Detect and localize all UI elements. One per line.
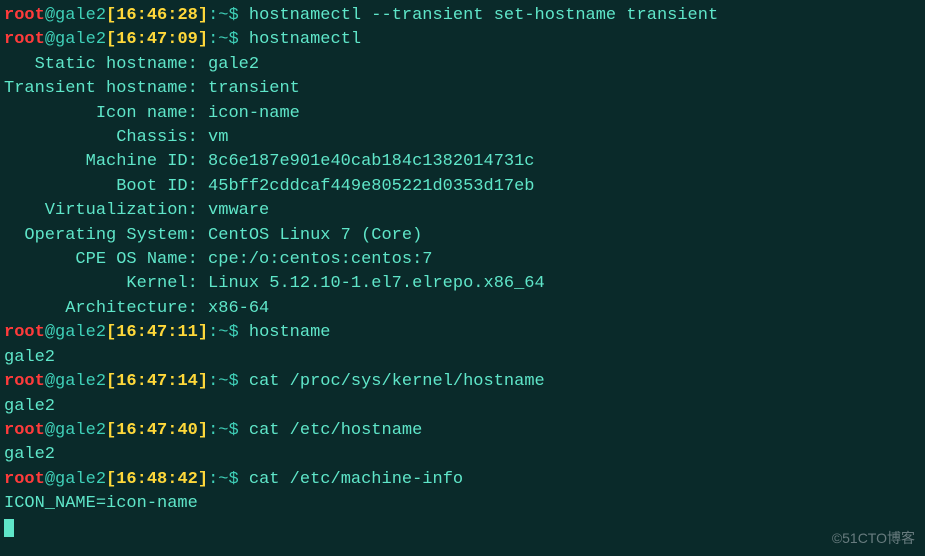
watermark-text: ©51CTO博客 xyxy=(832,526,915,550)
info-label: CPE OS Name: xyxy=(4,250,208,269)
prompt-line-partial xyxy=(4,517,921,541)
prompt-time: [16:48:42] xyxy=(106,470,208,489)
command-text: cat /etc/machine-info xyxy=(249,470,463,489)
prompt-tail: :~$ xyxy=(208,421,249,440)
info-value: vmware xyxy=(208,201,269,220)
info-value: vm xyxy=(208,128,228,147)
prompt-user: root xyxy=(4,30,45,49)
prompt-host: gale2 xyxy=(55,30,106,49)
output-row: Transient hostname: transient xyxy=(4,77,921,101)
prompt-user: root xyxy=(4,323,45,342)
prompt-line: root@gale2[16:47:40]:~$ cat /etc/hostnam… xyxy=(4,419,921,443)
info-label: Icon name: xyxy=(4,104,208,123)
prompt-host: gale2 xyxy=(55,372,106,391)
prompt-at: @ xyxy=(45,6,55,25)
prompt-line: root@gale2[16:47:09]:~$ hostnamectl xyxy=(4,28,921,52)
command-text: cat /etc/hostname xyxy=(249,421,422,440)
command-text: hostnamectl xyxy=(249,30,361,49)
terminal-output[interactable]: root@gale2[16:46:28]:~$ hostnamectl --tr… xyxy=(4,4,921,541)
prompt-user: root xyxy=(4,421,45,440)
info-value: 8c6e187e901e40cab184c1382014731c xyxy=(208,152,534,171)
prompt-host: gale2 xyxy=(55,470,106,489)
prompt-time: [16:47:09] xyxy=(106,30,208,49)
info-label: Static hostname: xyxy=(4,55,208,74)
prompt-user: root xyxy=(4,470,45,489)
prompt-tail: :~$ xyxy=(208,30,249,49)
info-label: Virtualization: xyxy=(4,201,208,220)
output-row: Icon name: icon-name xyxy=(4,102,921,126)
info-value: transient xyxy=(208,79,300,98)
prompt-line: root@gale2[16:47:14]:~$ cat /proc/sys/ke… xyxy=(4,370,921,394)
info-value: CentOS Linux 7 (Core) xyxy=(208,226,422,245)
command-text: cat /proc/sys/kernel/hostname xyxy=(249,372,545,391)
prompt-host: gale2 xyxy=(55,421,106,440)
prompt-tail: :~$ xyxy=(208,6,249,25)
prompt-tail: :~$ xyxy=(208,323,249,342)
output-line: gale2 xyxy=(4,346,921,370)
info-label: Transient hostname: xyxy=(4,79,208,98)
output-row: Kernel: Linux 5.12.10-1.el7.elrepo.x86_6… xyxy=(4,272,921,296)
prompt-user: root xyxy=(4,6,45,25)
info-label: Machine ID: xyxy=(4,152,208,171)
info-label: Boot ID: xyxy=(4,177,208,196)
prompt-at: @ xyxy=(45,421,55,440)
cursor-block xyxy=(4,519,14,537)
output-row: Boot ID: 45bff2cddcaf449e805221d0353d17e… xyxy=(4,175,921,199)
prompt-host: gale2 xyxy=(55,323,106,342)
prompt-user: root xyxy=(4,372,45,391)
output-row: CPE OS Name: cpe:/o:centos:centos:7 xyxy=(4,248,921,272)
prompt-time: [16:47:40] xyxy=(106,421,208,440)
info-value: icon-name xyxy=(208,104,300,123)
prompt-at: @ xyxy=(45,372,55,391)
prompt-at: @ xyxy=(45,470,55,489)
info-label: Chassis: xyxy=(4,128,208,147)
prompt-time: [16:47:11] xyxy=(106,323,208,342)
prompt-tail: :~$ xyxy=(208,470,249,489)
output-row: Virtualization: vmware xyxy=(4,199,921,223)
prompt-at: @ xyxy=(45,323,55,342)
output-row: Chassis: vm xyxy=(4,126,921,150)
prompt-host: gale2 xyxy=(55,6,106,25)
command-text: hostnamectl --transient set-hostname tra… xyxy=(249,6,718,25)
info-label: Operating System: xyxy=(4,226,208,245)
output-line: gale2 xyxy=(4,395,921,419)
output-row: Static hostname: gale2 xyxy=(4,53,921,77)
info-label: Kernel: xyxy=(4,274,208,293)
prompt-line: root@gale2[16:48:42]:~$ cat /etc/machine… xyxy=(4,468,921,492)
output-row: Machine ID: 8c6e187e901e40cab184c1382014… xyxy=(4,150,921,174)
output-row: Architecture: x86-64 xyxy=(4,297,921,321)
info-value: 45bff2cddcaf449e805221d0353d17eb xyxy=(208,177,534,196)
output-line: gale2 xyxy=(4,443,921,467)
info-label: Architecture: xyxy=(4,299,208,318)
prompt-at: @ xyxy=(45,30,55,49)
prompt-line: root@gale2[16:47:11]:~$ hostname xyxy=(4,321,921,345)
info-value: cpe:/o:centos:centos:7 xyxy=(208,250,432,269)
info-value: gale2 xyxy=(208,55,259,74)
output-row: Operating System: CentOS Linux 7 (Core) xyxy=(4,224,921,248)
info-value: Linux 5.12.10-1.el7.elrepo.x86_64 xyxy=(208,274,545,293)
output-line: ICON_NAME=icon-name xyxy=(4,492,921,516)
prompt-time: [16:46:28] xyxy=(106,6,208,25)
prompt-time: [16:47:14] xyxy=(106,372,208,391)
command-text: hostname xyxy=(249,323,331,342)
prompt-tail: :~$ xyxy=(208,372,249,391)
prompt-line: root@gale2[16:46:28]:~$ hostnamectl --tr… xyxy=(4,4,921,28)
info-value: x86-64 xyxy=(208,299,269,318)
